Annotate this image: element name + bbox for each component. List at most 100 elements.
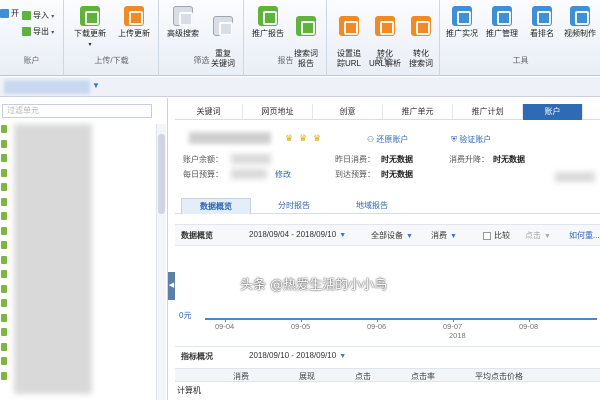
user-icon: ⚇ [367,135,375,144]
checkbox-icon [483,231,491,240]
crown-icon: ♛ [313,133,322,143]
account-group-label: 账户 [23,56,40,65]
download-update-button[interactable]: 下载更新 ▾ [71,6,109,50]
account-group: 开 导入 ▾ 导出 ▾ 账户 [0,0,64,76]
shield-icon: ⛨ [451,135,457,144]
verify-account-link[interactable]: ⛨ 验证账户 [451,134,491,145]
account-selector[interactable] [4,80,90,94]
open-button[interactable]: 开 [0,8,19,19]
leaf-icon [1,284,7,293]
device-select[interactable]: 全部设备 ▼ [371,230,413,241]
balance-label: 账户余额： [183,155,223,164]
date-range-picker[interactable]: 2018/09/04 - 2018/09/10 ▼ [249,230,346,239]
leaf-icon [1,183,7,191]
collapse-panel-handle[interactable]: ◀ [168,272,175,300]
column-header[interactable]: 点击 [355,371,371,382]
series-line [205,318,597,320]
promo-manage-button[interactable]: 推广管理 [483,6,521,39]
tab-ad-unit[interactable]: 推广单元 [383,104,453,120]
row-label: 计算机 [177,386,201,395]
spend-change-label: 消费升降： [449,155,489,164]
entity-tabs: 关键词 网页地址 创意 推广单元 推广计划 账户 [175,104,600,120]
metrics-summary-bar: 指标概况 2018/09/10 - 2018/09/10 ▼ [175,346,600,364]
tools-group: 推广实况 推广管理 看排名 视频制作 工具 [441,0,600,76]
chevron-down-icon: ▼ [406,233,413,240]
metrics-table-header: 消费 展现 点击 点击率 平均点击价格 [175,368,600,382]
filter-group: 高级搜索 重复 关键词 筛选 [160,0,244,76]
column-header[interactable]: 平均点击价格 [475,371,523,382]
tree-filter-input[interactable]: 过滤单元 [2,104,152,118]
upload-update-button[interactable]: 上传更新 [115,6,153,39]
subtab-hourly[interactable]: 分时报告 [259,198,329,214]
search-report-icon [296,16,316,36]
account-name [189,132,271,144]
subtab-overview[interactable]: 数据概览 [181,198,251,214]
chevron-down-icon: ▼ [544,233,551,240]
convert-search-icon [411,16,431,36]
yesterday-spend-label: 昨日消费： [335,155,375,164]
daily-budget-label: 每日预算： [183,170,223,179]
filter-group-label: 筛选 [193,56,210,65]
restore-account-link[interactable]: ⚇ 还原账户 [367,134,408,145]
tab-url[interactable]: 网页地址 [243,104,313,120]
chevron-down-icon[interactable]: ▼ [92,81,100,90]
leaf-icon [1,313,7,322]
promo-live-button[interactable]: 推广实况 [443,6,481,39]
crown-icon: ♛ [285,133,294,143]
table-row[interactable]: 计算机 [175,383,600,397]
subtab-region[interactable]: 地域报告 [337,198,407,214]
column-header[interactable]: 消费 [233,371,249,382]
chevron-down-icon: ▼ [339,232,347,239]
crown-icon: ♛ [299,133,308,143]
leaf-icon [1,342,7,351]
folder-icon [0,9,9,19]
leaf-icon [1,154,7,162]
compare-metric-select[interactable]: 点击 ▼ [525,230,551,241]
tab-campaign[interactable]: 推广计划 [453,104,523,120]
leaf-icon [1,299,7,307]
export-button[interactable]: 导出 ▾ [22,26,54,37]
redacted-tree-labels [14,124,92,394]
help-link[interactable]: 如何重... [569,230,600,241]
leaf-icon [1,241,7,249]
account-summary: ♛ ♛ ♛ ⚇ 还原账户 ⛨ 验证账户 账户余额： 每日预算： 修改 昨日消费：… [175,126,600,184]
x-tick-label: 09-08 [519,322,539,331]
x-tick-label: 09-05 [291,322,311,331]
leaf-icon [1,212,7,220]
convert-group: 设置追 踪URL 转化 URL解析 转化 搜索词 转化 [328,0,440,76]
leaf-icon [1,226,7,235]
modify-budget-link[interactable]: 修改 [275,169,291,180]
x-tick-label: 09-06 [367,322,387,331]
import-button[interactable]: 导入 ▾ [22,10,54,21]
compare-checkbox[interactable]: 比较 [483,230,510,241]
import-icon [22,11,31,21]
tree-scrollbar[interactable] [156,124,166,400]
x-tick-label: 09-07 [443,322,463,331]
report-group: 推广报告 搜索词 报告 报告 [245,0,327,76]
leaf-icon [1,168,7,177]
leaf-icon [1,357,7,365]
promo-report-button[interactable]: 推广报告 [249,6,287,39]
video-maker-button[interactable]: 视频制作 [561,6,599,39]
scrollbar-thumb[interactable] [158,134,165,214]
ranking-icon [532,6,552,26]
column-header[interactable]: 展现 [299,371,315,382]
upload-icon [124,6,144,26]
advanced-search-button[interactable]: 高级搜索 [164,6,202,39]
watermark: 头条 @热爱生活的小小鸟 [240,278,388,293]
tab-account[interactable]: 账户 [523,104,583,120]
report-subtabs: 数据概览 分时报告 地域报告 [175,198,600,214]
chevron-down-icon: ▼ [339,353,347,360]
column-header[interactable]: 点击率 [411,371,435,382]
yesterday-spend-value: 时无数据 [381,155,413,164]
overview-filter-bar: 数据概览 2018/09/04 - 2018/09/10 ▼ 全部设备 ▼ 消费 ▼ … [175,224,600,246]
zone-budget-value: 时无数据 [381,170,413,179]
ranking-button[interactable]: 看排名 [523,6,561,39]
metrics-title: 指标概况 [181,352,213,361]
metric-select[interactable]: 消费 ▼ [431,230,457,241]
zone-budget-label: 到达预算： [335,170,375,179]
metrics-date-picker[interactable]: 2018/09/10 - 2018/09/10 ▼ [249,351,346,360]
tab-keywords[interactable]: 关键词 [175,104,243,120]
tools-group-label: 工具 [512,56,529,65]
tab-creative[interactable]: 创意 [313,104,383,120]
